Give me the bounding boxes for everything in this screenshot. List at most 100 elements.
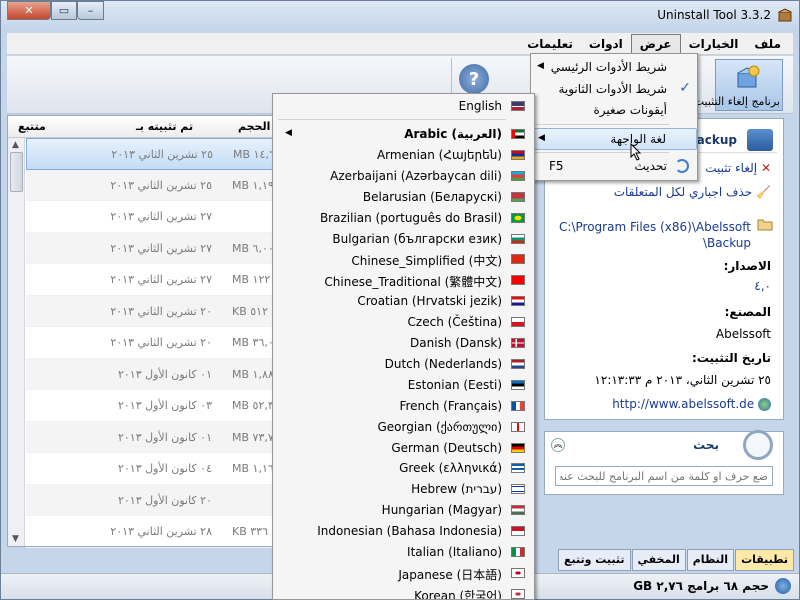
table-row[interactable]: ٢٧ تشرين الثاني ٢٠١٣ [26, 201, 278, 233]
title-bar[interactable]: ✕ ▭ – Uninstall Tool 3.3.2 [1, 1, 799, 31]
language-item-az[interactable]: Azerbaijani (Azərbaycan dili) [273, 166, 534, 187]
menu-help[interactable]: تعليمات [519, 35, 581, 53]
tab-hidden[interactable]: المخفي [631, 549, 686, 571]
window-title: Uninstall Tool 3.3.2 [657, 8, 771, 22]
menu-item-label: تحديث [634, 159, 667, 173]
column-tracked[interactable]: متتبع [18, 120, 46, 133]
row-size: MB ١٢٢ [232, 273, 271, 286]
force-remove-link[interactable]: 🧹 حذف اجباري لكل المتعلقات [614, 185, 771, 199]
scroll-thumb[interactable] [10, 152, 23, 192]
scroll-down-icon[interactable]: ▼ [12, 534, 19, 544]
broom-icon: 🧹 [756, 185, 771, 199]
table-row[interactable]: ٢٠ كانون الأول ٢٠١٣ [26, 484, 278, 516]
table-row[interactable]: ٢٥ تشرين الثاني ٢٠١٣ MB ١,١٩ [26, 169, 278, 201]
language-item-cn[interactable]: Chinese_Simplified (中文) [273, 249, 534, 270]
collapse-chevron-icon[interactable]: ︽ [551, 438, 565, 452]
program-list[interactable]: متتبع تم تثبيته بـ الحجم ▲ ▼ ٢٥ تشرين ال… [7, 115, 279, 548]
menu-options[interactable]: الخيارات [681, 35, 747, 53]
row-install-date: ٢٧ تشرين الثاني ٢٠١٣ [110, 241, 212, 255]
language-item-dk[interactable]: Danish (Dansk) [273, 333, 534, 354]
language-item-it[interactable]: Italian (Italiano) [273, 542, 534, 563]
language-name: Danish (Dansk) [410, 336, 502, 350]
language-name: Hungarian (Magyar) [381, 503, 502, 518]
language-item-ae[interactable]: Arabic (العربية) ◀ [273, 124, 534, 145]
table-row[interactable]: ٢٠ تشرين الثاني ٢٠١٣ KB ٥١٢ [26, 295, 278, 327]
menu-item-interface-language[interactable]: لغة الواجهة ◀ [531, 128, 697, 150]
language-name: Azerbaijani (Azərbaycan dili) [330, 168, 502, 183]
language-item-hr[interactable]: Croatian (Hrvatski jezik) [273, 291, 534, 312]
column-installed-on[interactable]: تم تثبيته بـ [136, 120, 193, 133]
search-panel: بحث ︽ [544, 430, 784, 495]
flag-ge-icon [511, 421, 525, 432]
help-button[interactable]: ? [459, 64, 489, 94]
language-item-gr[interactable]: Greek (ελληνικά) [273, 458, 534, 479]
vendor-label: المصنع: [724, 305, 771, 319]
language-item-bg[interactable]: Bulgarian (български език) [273, 229, 534, 250]
language-item-ge[interactable]: Georgian (ქართული) [273, 417, 534, 438]
list-rows: ٢٥ تشرين الثاني ٢٠١٣ MB ١٤,٦ ٢٥ تشرين الثا… [26, 138, 278, 548]
language-name: French (Français) [399, 398, 502, 413]
close-button[interactable]: ✕ [7, 1, 51, 20]
language-name: German (Deutsch) [391, 440, 502, 455]
language-item-tw[interactable]: Chinese_Traditional (繁體中文) [273, 270, 534, 291]
language-item-br[interactable]: Brazilian (português do Brasil) [273, 208, 534, 229]
flag-us-icon [511, 101, 525, 111]
table-row[interactable]: ٢٧ تشرين الثاني ٢٠١٣ MB ١٢٢ [26, 264, 278, 296]
tab-install-tracker[interactable]: تثبيت وتتبع [557, 549, 631, 571]
menu-view[interactable]: عرض [630, 33, 681, 54]
language-item-nl[interactable]: Dutch (Nederlands) [273, 354, 534, 375]
menu-item-secondary-toolbar[interactable]: ✓ شريط الأدوات الثانوية [531, 79, 697, 101]
language-item-il[interactable]: Hebrew (עברית) [273, 479, 534, 500]
uninstall-program-button[interactable]: برنامج إلغاء التثبيت [694, 59, 783, 111]
menu-file[interactable]: ملف [746, 35, 789, 53]
language-name: Arabic (العربية) [404, 127, 502, 141]
language-name: Hebrew (עברית) [411, 482, 502, 497]
minimize-button[interactable]: – [77, 1, 104, 20]
row-install-date: ٠١ كانون الأول ٢٠١٣ [117, 367, 212, 381]
language-item-kr[interactable]: Korean (한국어) [273, 584, 534, 599]
language-item-fr[interactable]: French (Français) [273, 396, 534, 417]
maximize-button[interactable]: ▭ [51, 1, 77, 20]
table-row[interactable]: ٢٥ تشرين الثاني ٢٠١٣ MB ١٤,٦ [26, 138, 278, 170]
website-link[interactable]: http://www.abelssoft.de [612, 397, 771, 411]
table-row[interactable]: ٠١ كانون الأول ٢٠١٣ MB ١,٨٨ [26, 358, 278, 390]
language-name: Chinese_Traditional (繁體中文) [324, 275, 502, 290]
table-row[interactable]: ٢٠ تشرين الثاني ٢٠١٣ MB ٣٦,٠ [26, 327, 278, 359]
website-label: http://www.abelssoft.de [612, 397, 755, 411]
language-item-am[interactable]: Armenian (Հայերեն) [273, 145, 534, 166]
menu-item-refresh[interactable]: تحديث F5 [531, 156, 697, 178]
language-item-de[interactable]: German (Deutsch) [273, 438, 534, 459]
language-item-cz[interactable]: Czech (Čeština) [273, 312, 534, 333]
flag-bg-icon [511, 233, 525, 244]
row-size: MB ٥٢,٣ [232, 399, 274, 412]
flag-it-icon [511, 547, 525, 557]
table-row[interactable]: ٠٤ كانون الأول ٢٠١٣ MB ١,١٦ [26, 453, 278, 485]
menu-item-main-toolbar[interactable]: شريط الأدوات الرئيسي ◀ [531, 57, 697, 79]
table-row[interactable]: ٢٧ تشرين الثاني ٢٠١٣ MB ٦,٠٠ [26, 232, 278, 264]
language-item-jp[interactable]: Japanese (日本語) [273, 563, 534, 584]
table-row[interactable]: ٠٣ كانون الأول ٢٠١٣ MB ٥٢,٣ [26, 390, 278, 422]
list-scrollbar[interactable]: ▲ ▼ [8, 138, 25, 546]
scroll-up-icon[interactable]: ▲ [12, 140, 19, 150]
tab-applications[interactable]: تطبيقات [735, 549, 794, 571]
menu-item-small-icons[interactable]: أيقونات صغيرة [531, 100, 697, 122]
category-tabs: تطبيقات النظام المخفي تثبيت وتتبع [534, 549, 794, 571]
language-item-id[interactable]: Indonesian (Bahasa Indonesia) [273, 521, 534, 542]
language-item-hu[interactable]: Hungarian (Magyar) [273, 500, 534, 521]
language-item-ee[interactable]: Estonian (Eesti) [273, 375, 534, 396]
search-input[interactable] [555, 466, 773, 486]
uninstall-link[interactable]: ✕ إلغاء تثبيت [705, 161, 771, 175]
row-install-date: ٢٠ كانون الأول ٢٠١٣ [117, 493, 212, 507]
column-size[interactable]: الحجم [238, 120, 270, 133]
menu-tools[interactable]: ادوات [581, 35, 631, 53]
submenu-arrow-icon: ◀ [538, 133, 545, 143]
tab-system[interactable]: النظام [686, 549, 735, 571]
menu-shortcut: F5 [549, 159, 564, 173]
table-row[interactable]: ٢٨ تشرين الثاني ٢٠١٣ KB ٣٣٦ [26, 516, 278, 548]
table-row[interactable]: ٠١ كانون الأول ٢٠١٣ MB ٧٣,٧ [26, 421, 278, 453]
language-item-by[interactable]: Belarusian (Беларускі) [273, 187, 534, 208]
install-path-line2[interactable]: \Backup [703, 235, 751, 251]
install-path-line1[interactable]: C:\Program Files (x86)\Abelssoft [559, 219, 751, 235]
row-size: KB ٥١٢ [232, 304, 268, 318]
language-item-us[interactable]: English [273, 96, 534, 117]
